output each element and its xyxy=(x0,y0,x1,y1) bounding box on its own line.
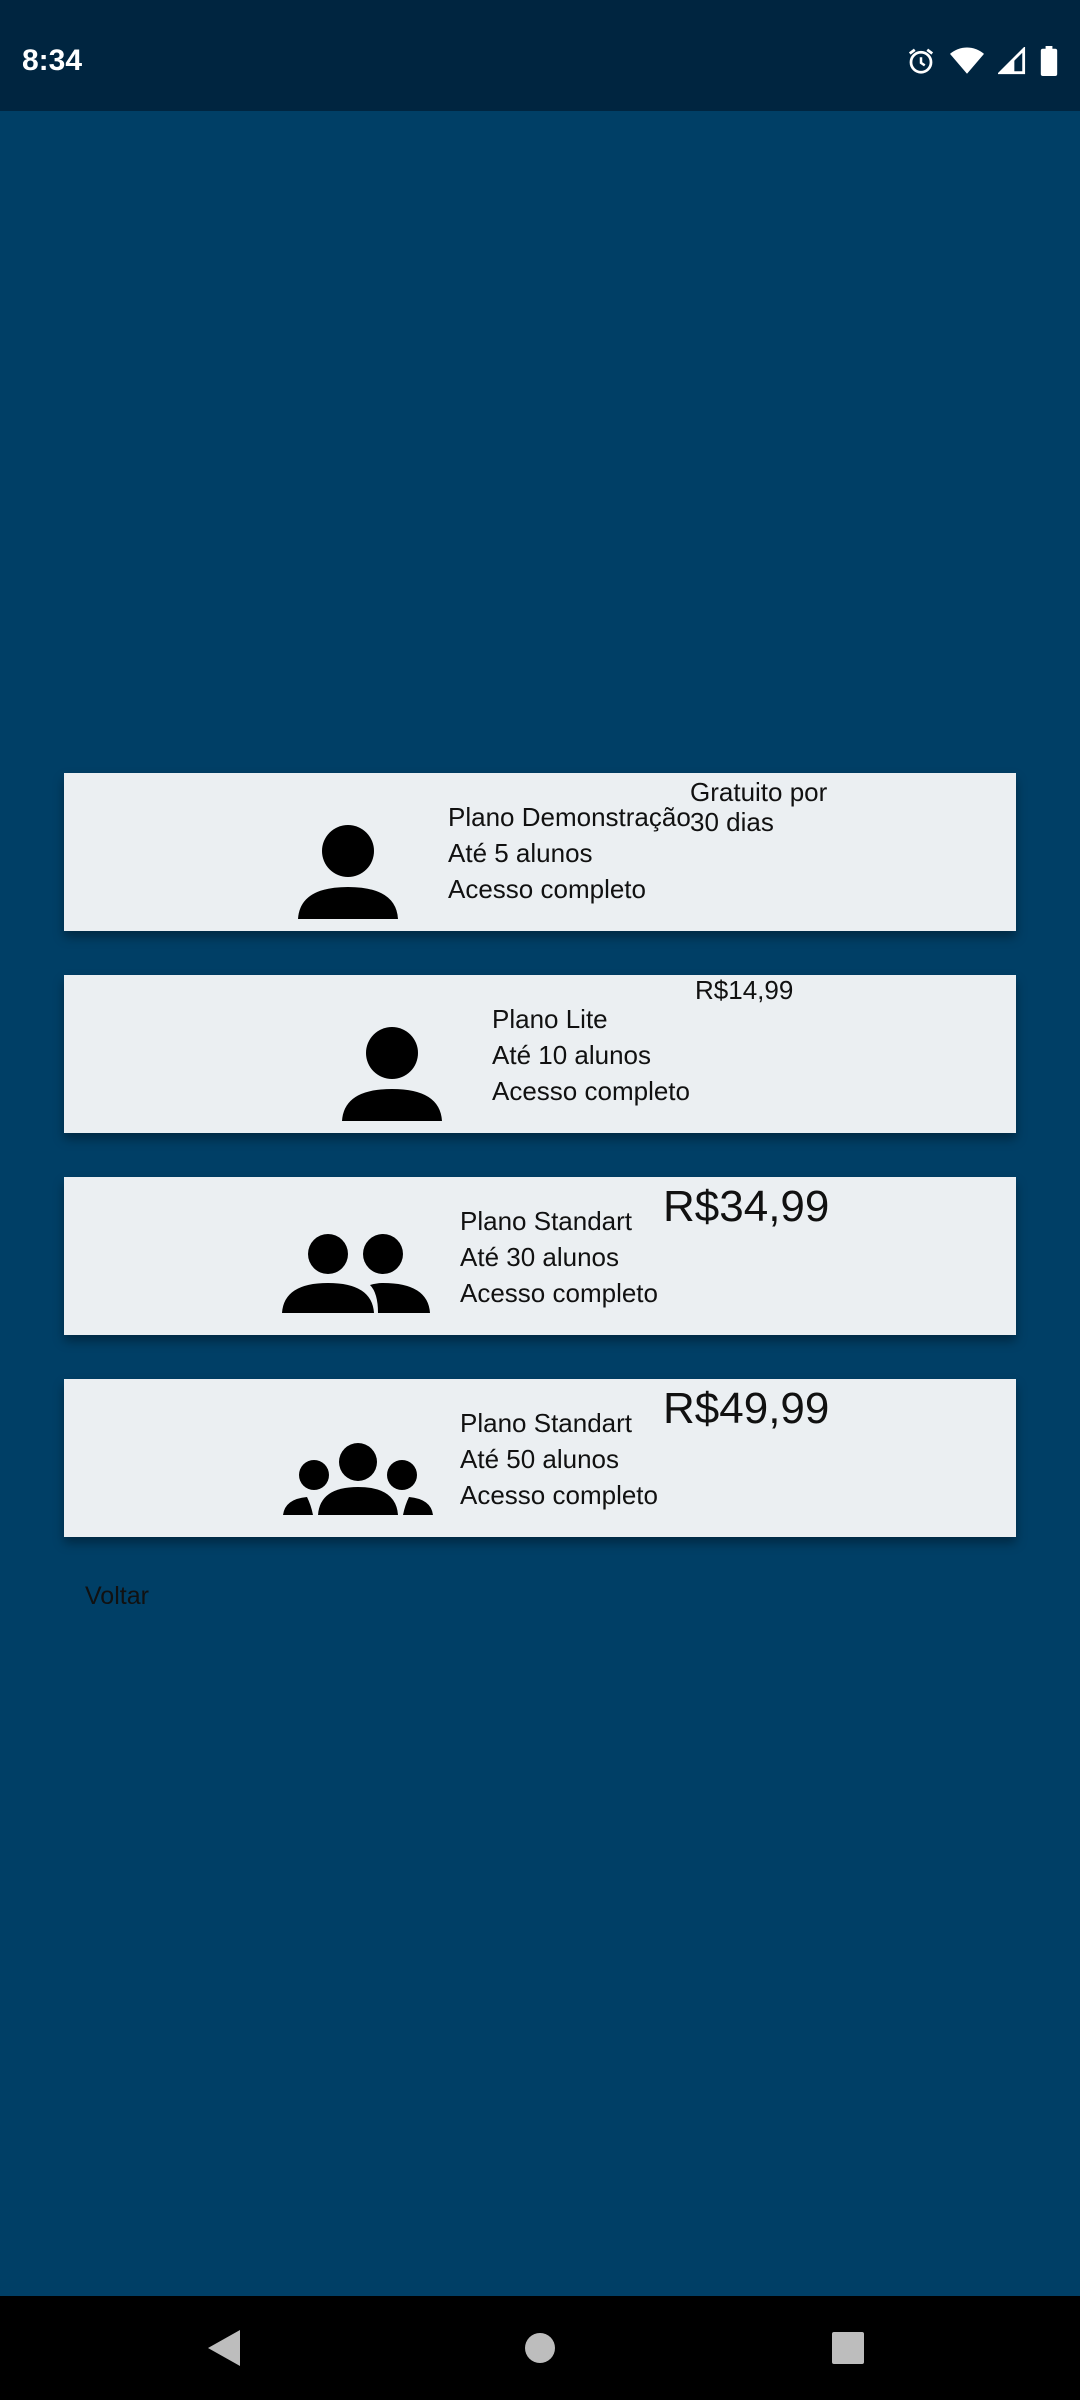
home-nav-icon[interactable] xyxy=(524,2332,556,2364)
plan-students: Até 10 alunos xyxy=(492,1040,652,1070)
plan-price: R$34,99 xyxy=(663,1182,830,1231)
plan-students: Até 30 alunos xyxy=(460,1242,620,1272)
status-time: 8:34 xyxy=(22,44,83,77)
people-icon xyxy=(282,1233,432,1318)
battery-icon xyxy=(1040,46,1058,76)
recents-nav-icon[interactable] xyxy=(832,2332,864,2364)
plan-card-demo[interactable]: Plano Demonstração Até 5 alunos Acesso c… xyxy=(64,773,1016,931)
plan-details: Plano Standart Até 30 alunos Acesso comp… xyxy=(460,1203,658,1311)
status-icons xyxy=(906,46,1058,76)
signal-icon xyxy=(998,47,1026,75)
plan-name: Plano Standart xyxy=(460,1206,633,1236)
plan-access: Acesso completo xyxy=(448,874,646,904)
alarm-icon xyxy=(906,46,936,76)
groups-icon xyxy=(283,1443,433,1520)
plan-card-standart-30[interactable]: Plano Standart Até 30 alunos Acesso comp… xyxy=(64,1177,1016,1335)
back-button[interactable]: Voltar xyxy=(85,1582,149,1611)
plan-access: Acesso completo xyxy=(492,1076,690,1106)
plan-access: Acesso completo xyxy=(460,1480,658,1510)
plan-price-line2: 30 dias xyxy=(690,807,774,837)
plan-access: Acesso completo xyxy=(460,1278,658,1308)
plan-price: R$49,99 xyxy=(663,1384,830,1433)
status-bar: 8:34 xyxy=(0,0,1080,111)
plan-details: Plano Lite Até 10 alunos Acesso completo xyxy=(492,1001,690,1109)
plan-price: Gratuito por 30 dias xyxy=(690,777,827,837)
plan-students: Até 50 alunos xyxy=(460,1444,620,1474)
person-icon xyxy=(294,825,402,924)
plan-name: Plano Standart xyxy=(460,1408,633,1438)
plan-details: Plano Standart Até 50 alunos Acesso comp… xyxy=(460,1405,658,1513)
person-icon xyxy=(338,1027,446,1126)
plan-card-standart-50[interactable]: Plano Standart Até 50 alunos Acesso comp… xyxy=(64,1379,1016,1537)
wifi-icon xyxy=(950,46,984,76)
plan-price: R$14,99 xyxy=(695,975,794,1005)
plan-name: Plano Lite xyxy=(492,1004,608,1034)
plan-details: Plano Demonstração Até 5 alunos Acesso c… xyxy=(448,799,691,907)
plan-students: Até 5 alunos xyxy=(448,838,593,868)
plan-card-lite[interactable]: Plano Lite Até 10 alunos Acesso completo… xyxy=(64,975,1016,1133)
back-nav-icon[interactable] xyxy=(208,2330,242,2366)
navigation-bar xyxy=(0,2296,1080,2400)
plan-price-line1: Gratuito por xyxy=(690,777,828,807)
plan-name: Plano Demonstração xyxy=(448,802,691,832)
